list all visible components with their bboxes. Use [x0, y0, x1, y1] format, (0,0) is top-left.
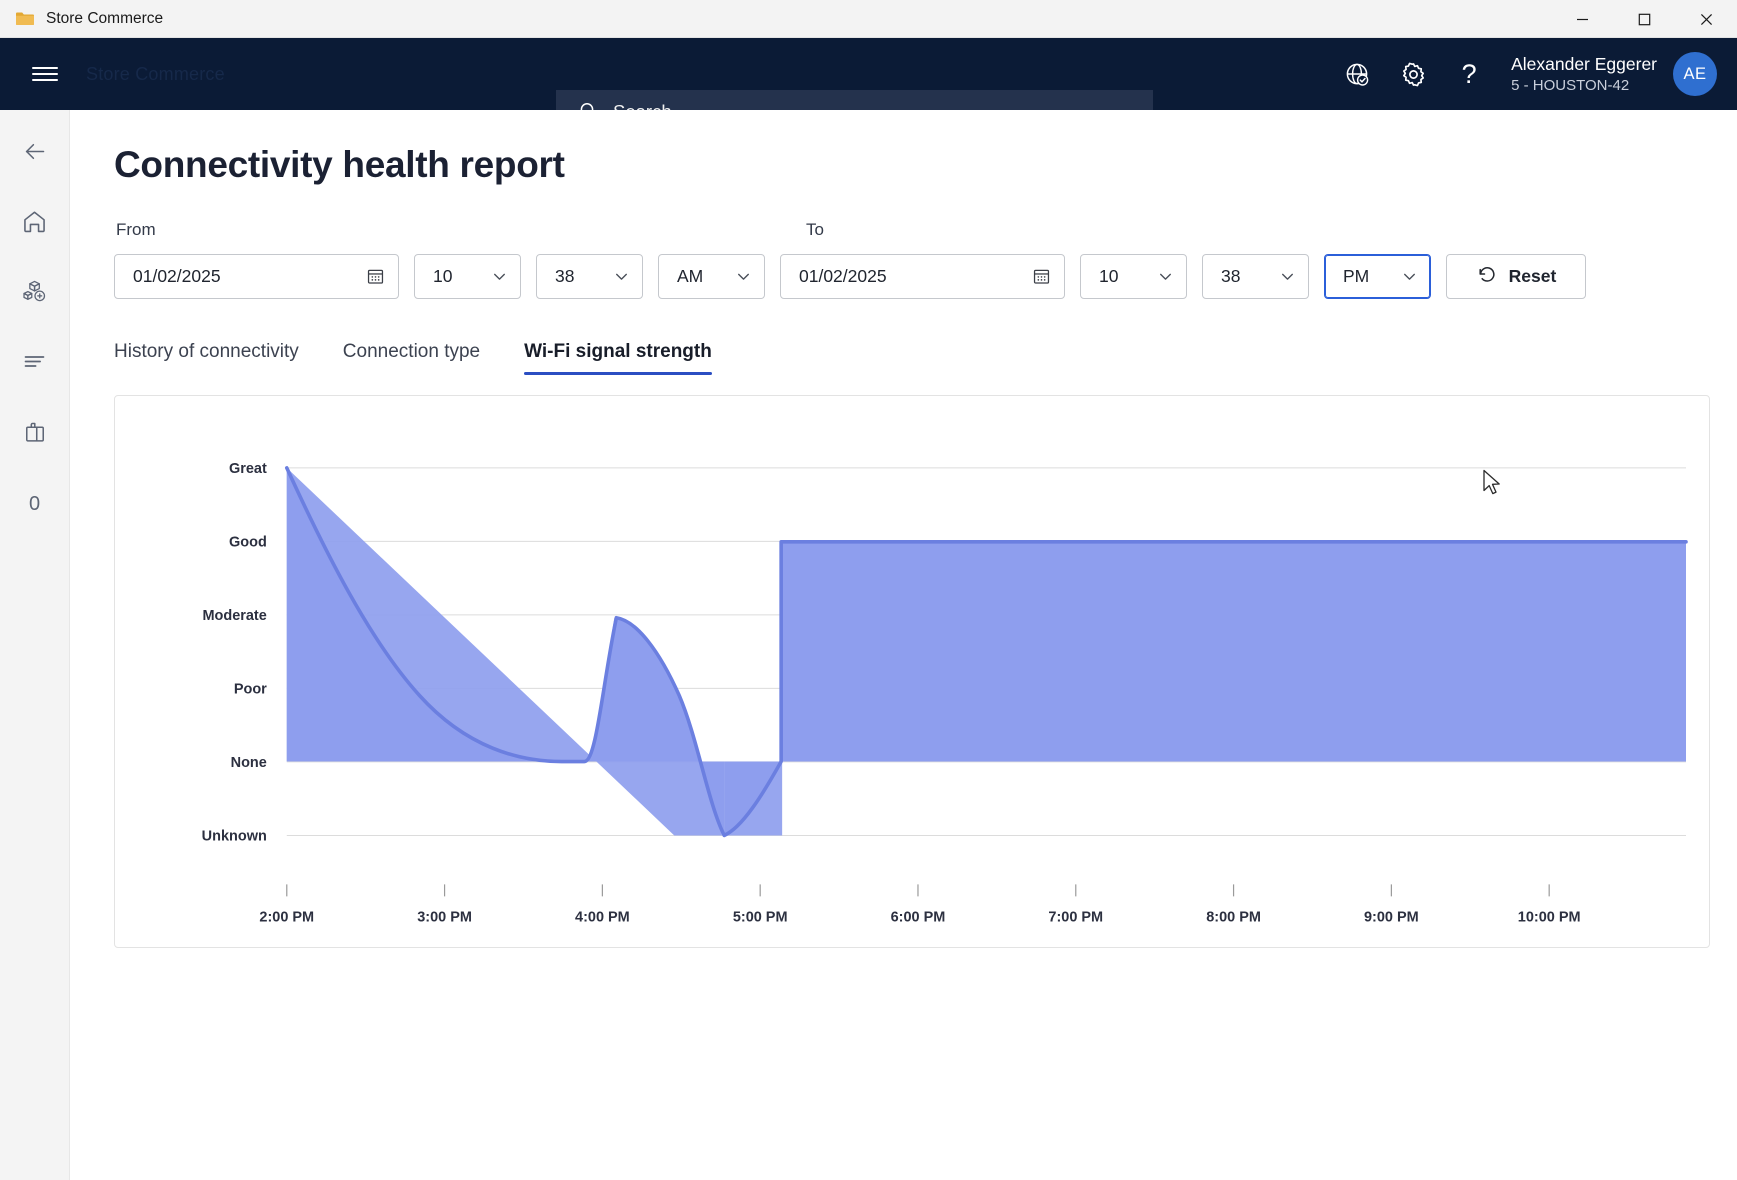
- tab-label: History of connectivity: [114, 341, 299, 362]
- calendar-icon[interactable]: [366, 267, 385, 286]
- shopping-bag-icon: [22, 419, 48, 450]
- to-minute-value: 38: [1221, 266, 1241, 286]
- tab-label: Wi-Fi signal strength: [524, 341, 712, 362]
- chevron-down-icon: [491, 268, 508, 285]
- sidebar-item-home[interactable]: [9, 198, 61, 250]
- hamburger-icon[interactable]: [22, 51, 68, 97]
- chart-y-axis-labels: Unknown None Poor Moderate Good Great: [202, 461, 267, 845]
- globe-check-icon[interactable]: [1329, 46, 1385, 102]
- svg-text:8:00 PM: 8:00 PM: [1206, 909, 1261, 925]
- sidebar-cart-count[interactable]: 0: [9, 478, 61, 530]
- to-hour-value: 10: [1099, 266, 1119, 286]
- from-meridiem-value: AM: [677, 266, 704, 286]
- svg-text:4:00 PM: 4:00 PM: [575, 909, 630, 925]
- chevron-down-icon: [1401, 268, 1418, 285]
- chart-card: Unknown None Poor Moderate Good Great 2:…: [114, 395, 1710, 948]
- window-title: Store Commerce: [46, 9, 164, 27]
- to-meridiem-select[interactable]: PM: [1324, 254, 1431, 299]
- sidebar: 0: [0, 110, 70, 1180]
- svg-text:3:00 PM: 3:00 PM: [417, 909, 472, 925]
- svg-text:Moderate: Moderate: [202, 608, 266, 624]
- close-button[interactable]: [1675, 0, 1737, 38]
- undo-icon: [1476, 264, 1497, 290]
- to-date-value: 01/02/2025: [799, 266, 887, 286]
- sidebar-item-products[interactable]: [9, 268, 61, 320]
- from-meridiem-select[interactable]: AM: [658, 254, 765, 299]
- svg-text:9:00 PM: 9:00 PM: [1364, 909, 1419, 925]
- reset-label: Reset: [1508, 266, 1557, 286]
- from-label: From: [116, 220, 156, 239]
- svg-text:7:00 PM: 7:00 PM: [1048, 909, 1103, 925]
- maximize-button[interactable]: [1613, 0, 1675, 38]
- chart-x-ticks: [286, 884, 1550, 897]
- sidebar-item-back[interactable]: [9, 128, 61, 180]
- minimize-button[interactable]: [1551, 0, 1613, 38]
- header-app-name: Store Commerce: [86, 64, 225, 84]
- from-minute-select[interactable]: 38: [536, 254, 643, 299]
- gear-icon[interactable]: [1385, 46, 1441, 102]
- products-icon: [21, 278, 49, 311]
- from-date-input[interactable]: 01/02/2025: [114, 254, 399, 299]
- home-icon: [21, 208, 48, 240]
- chart-area-plateau: [781, 541, 1686, 762]
- svg-text:2:00 PM: 2:00 PM: [259, 909, 314, 925]
- to-minute-select[interactable]: 38: [1202, 254, 1309, 299]
- from-minute-value: 38: [555, 266, 575, 286]
- avatar[interactable]: AE: [1673, 52, 1717, 96]
- user-store: 5 - HOUSTON-42: [1511, 76, 1630, 94]
- user-info[interactable]: Alexander Eggerer 5 - HOUSTON-42: [1511, 53, 1657, 95]
- window-controls: [1551, 0, 1737, 38]
- svg-text:10:00 PM: 10:00 PM: [1518, 909, 1581, 925]
- page-title: Connectivity health report: [114, 144, 565, 185]
- tab-wifi-signal-strength[interactable]: Wi-Fi signal strength: [524, 341, 712, 375]
- svg-text:6:00 PM: 6:00 PM: [891, 909, 946, 925]
- from-date-value: 01/02/2025: [133, 266, 221, 286]
- tab-label: Connection type: [342, 341, 481, 362]
- window-title-bar: Store Commerce: [0, 0, 1737, 38]
- to-date-input[interactable]: 01/02/2025: [780, 254, 1065, 299]
- tab-bar: History of connectivity Connection type …: [114, 341, 1693, 375]
- chevron-down-icon: [613, 268, 630, 285]
- svg-text:Unknown: Unknown: [202, 828, 267, 844]
- to-label: To: [806, 220, 824, 239]
- tab-history-of-connectivity[interactable]: History of connectivity: [114, 341, 299, 375]
- question-mark-icon[interactable]: ?: [1441, 46, 1497, 102]
- app-header: Store Commerce Search ?: [0, 38, 1737, 133]
- svg-text:Great: Great: [229, 461, 267, 477]
- header-actions: ? Alexander Eggerer 5 - HOUSTON-42 AE: [1329, 38, 1737, 110]
- wifi-signal-strength-chart: Unknown None Poor Moderate Good Great 2:00 PM…: [202, 461, 1688, 925]
- cart-count-label: 0: [28, 492, 41, 515]
- from-hour-select[interactable]: 10: [414, 254, 521, 299]
- from-hour-value: 10: [433, 266, 453, 286]
- svg-text:Good: Good: [229, 534, 267, 550]
- filter-row: 01/02/2025 10 38 AM 01/02/2025 10 38 PM …: [114, 254, 1693, 299]
- svg-text:None: None: [231, 755, 267, 771]
- body: 0 Connectivity health report From To 01/…: [0, 110, 1737, 1180]
- back-arrow-icon: [21, 138, 48, 170]
- chevron-down-icon: [1157, 268, 1174, 285]
- folder-icon: [14, 8, 36, 30]
- reset-button[interactable]: Reset: [1446, 254, 1586, 299]
- svg-text:Poor: Poor: [234, 681, 267, 697]
- sidebar-item-transactions[interactable]: [9, 338, 61, 390]
- list-icon: [21, 348, 48, 380]
- to-hour-select[interactable]: 10: [1080, 254, 1187, 299]
- chevron-down-icon: [735, 268, 752, 285]
- filter-labels: From To: [114, 220, 1693, 246]
- svg-text:5:00 PM: 5:00 PM: [733, 909, 788, 925]
- sidebar-item-cart[interactable]: [9, 408, 61, 460]
- chevron-down-icon: [1279, 268, 1296, 285]
- calendar-icon[interactable]: [1032, 267, 1051, 286]
- chart-x-axis-labels: 2:00 PM 3:00 PM 4:00 PM 5:00 PM 6:00 PM 7:00 …: [259, 909, 1580, 925]
- tab-connection-type[interactable]: Connection type: [343, 341, 480, 375]
- to-meridiem-value: PM: [1343, 266, 1370, 286]
- user-name: Alexander Eggerer: [1511, 54, 1657, 75]
- main-content: Connectivity health report From To 01/02…: [70, 110, 1737, 1180]
